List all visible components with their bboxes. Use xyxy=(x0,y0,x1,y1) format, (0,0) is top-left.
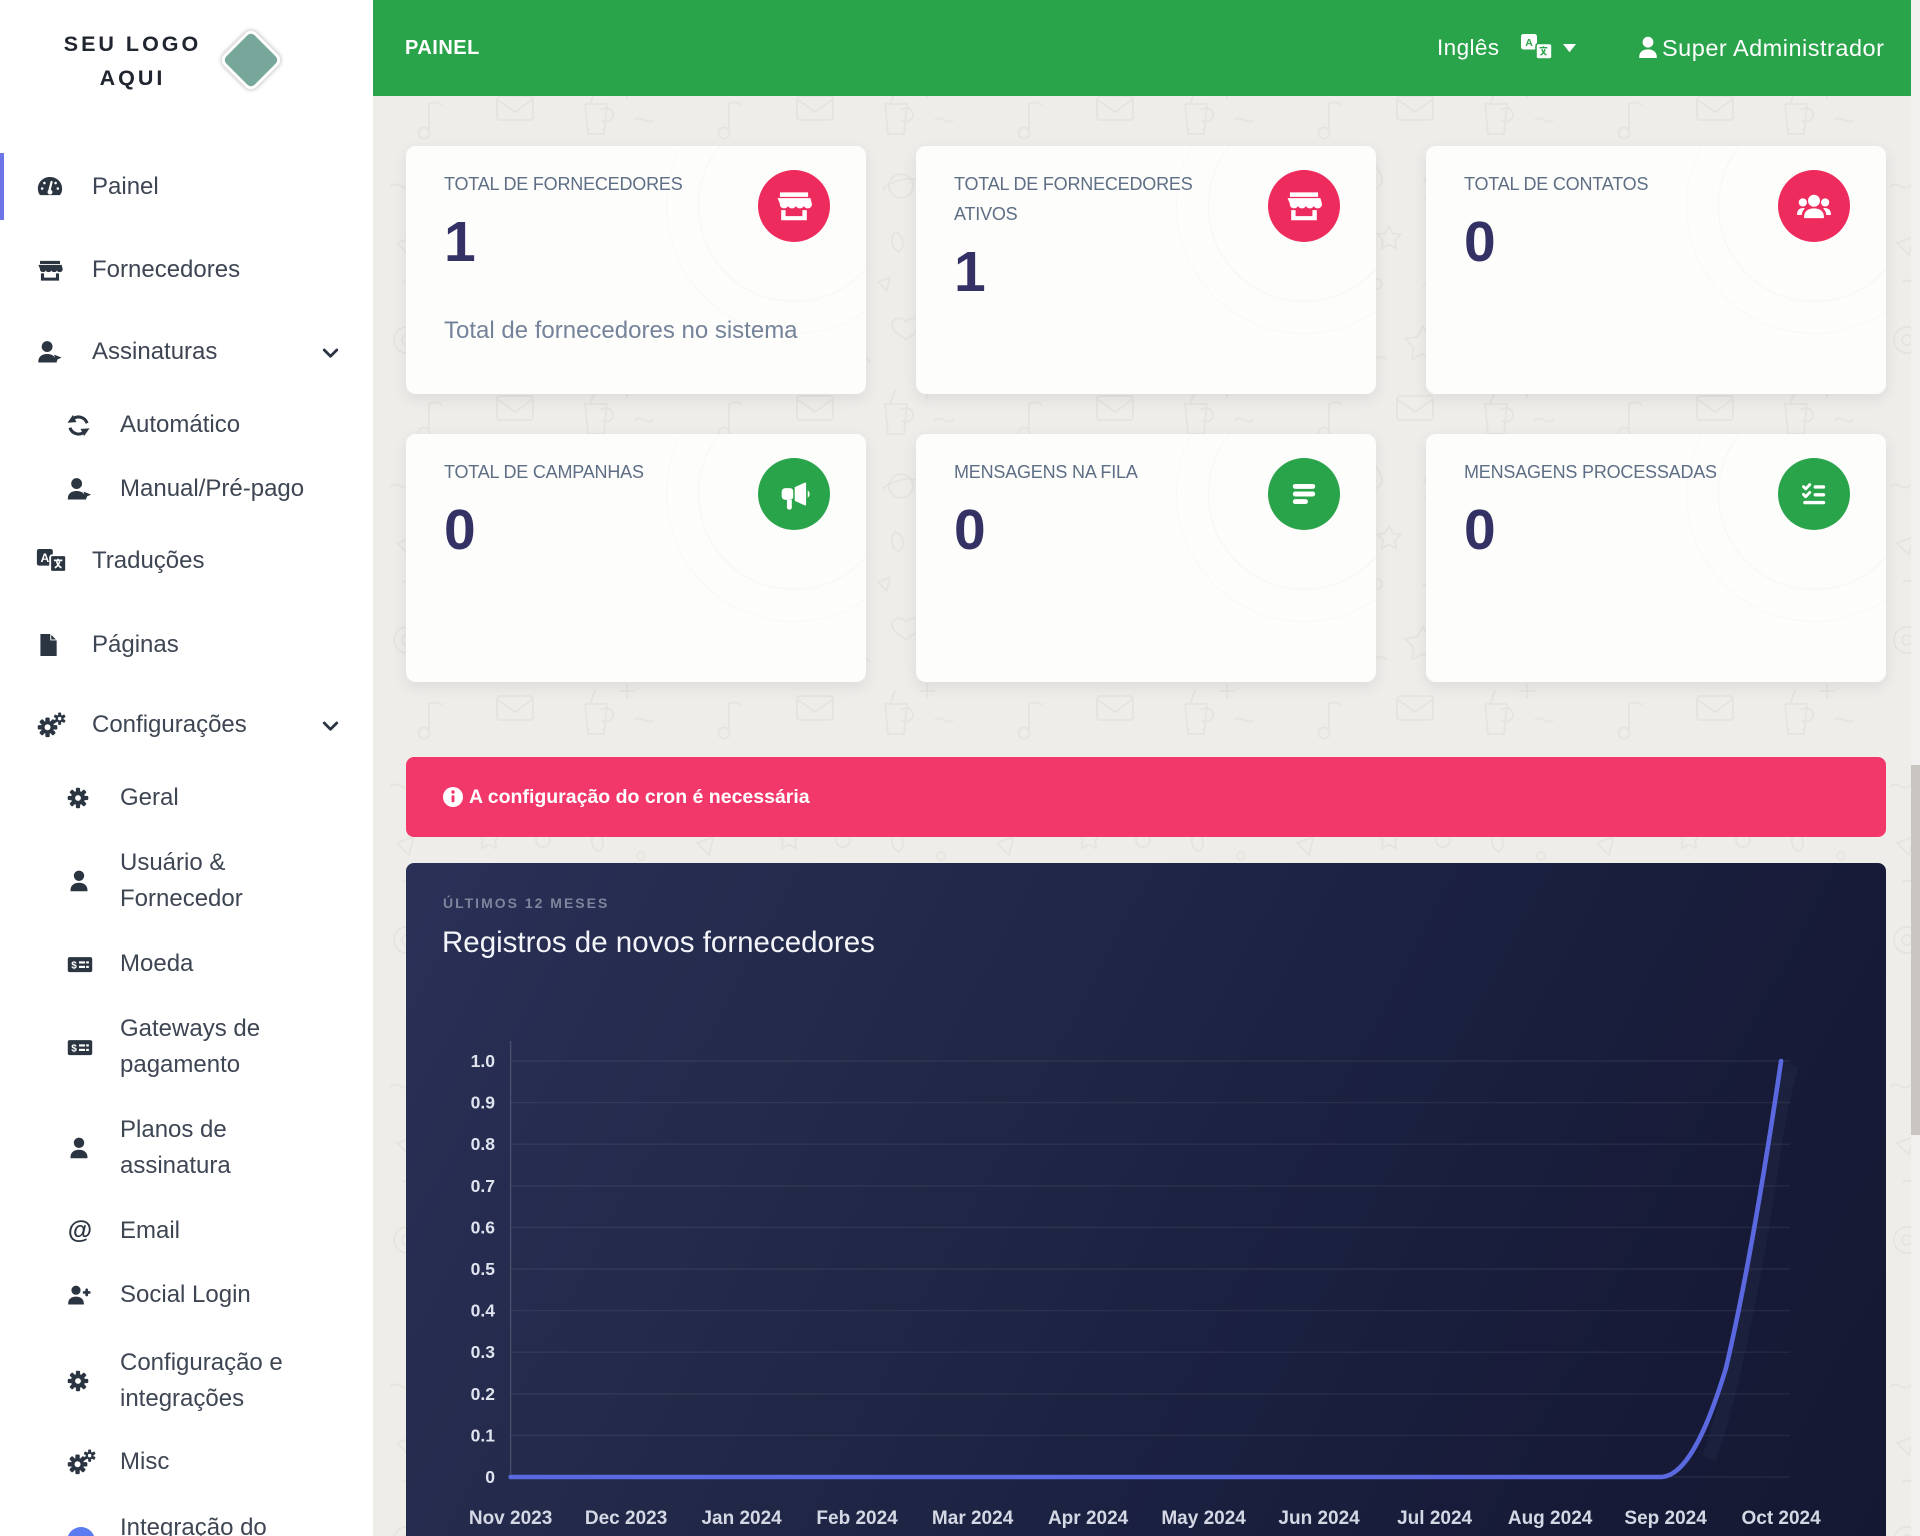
svg-text:Mar 2024: Mar 2024 xyxy=(932,1508,1014,1529)
svg-text:Oct 2024: Oct 2024 xyxy=(1741,1508,1821,1529)
svg-text:$: $ xyxy=(71,961,77,972)
svg-text:Jun 2024: Jun 2024 xyxy=(1278,1508,1360,1529)
svg-text:1.0: 1.0 xyxy=(471,1051,496,1071)
svg-text:A: A xyxy=(40,551,49,565)
svg-text:0: 0 xyxy=(485,1467,495,1487)
svg-text:0.7: 0.7 xyxy=(471,1176,495,1196)
svg-text:Dec 2023: Dec 2023 xyxy=(585,1508,667,1529)
svg-text:@: @ xyxy=(68,1217,92,1245)
svg-text:Jul 2024: Jul 2024 xyxy=(1397,1508,1472,1529)
svg-text:Aug 2024: Aug 2024 xyxy=(1508,1508,1593,1529)
svg-text:0.4: 0.4 xyxy=(471,1301,496,1321)
svg-text:Sep 2024: Sep 2024 xyxy=(1624,1508,1707,1529)
svg-text:0.8: 0.8 xyxy=(471,1134,496,1154)
svg-text:$: $ xyxy=(71,1044,77,1055)
svg-text:0.6: 0.6 xyxy=(471,1217,496,1237)
svg-text:Jan 2024: Jan 2024 xyxy=(701,1508,782,1529)
svg-text:May 2024: May 2024 xyxy=(1161,1508,1246,1529)
svg-text:A: A xyxy=(1525,37,1533,49)
svg-text:Apr 2024: Apr 2024 xyxy=(1048,1508,1129,1529)
svg-text:Feb 2024: Feb 2024 xyxy=(816,1508,898,1529)
svg-text:0.3: 0.3 xyxy=(471,1342,496,1362)
svg-text:Nov 2023: Nov 2023 xyxy=(469,1508,552,1529)
svg-text:0.2: 0.2 xyxy=(471,1384,496,1404)
svg-text:0.9: 0.9 xyxy=(471,1093,496,1113)
svg-text:0.1: 0.1 xyxy=(471,1425,496,1445)
svg-text:0.5: 0.5 xyxy=(471,1259,496,1279)
